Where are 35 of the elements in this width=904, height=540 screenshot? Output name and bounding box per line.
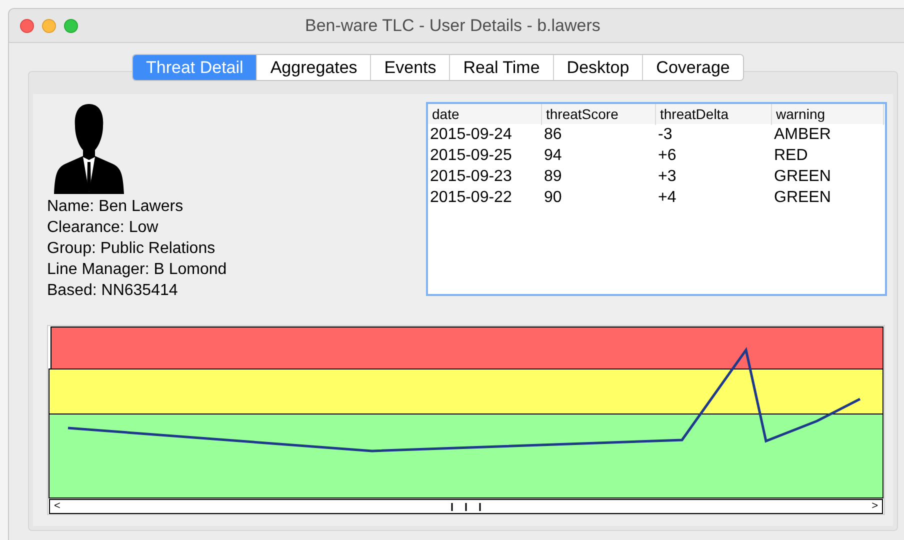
table-cell-text: 2015-09-22	[429, 188, 513, 208]
column-header[interactable]: threatDelta	[656, 104, 772, 124]
table-cell-text: 94	[543, 146, 563, 166]
table-cell-text: GREEN	[773, 188, 832, 208]
scroll-right-arrow[interactable]: >	[872, 501, 878, 512]
window-title: Ben-ware TLC - User Details - b.lawers	[305, 14, 600, 37]
table-cell-text: GREEN	[773, 166, 832, 186]
column-header[interactable]: date	[428, 104, 542, 124]
user-detail-text: Clearance: Low	[47, 218, 160, 238]
table-cell-text: 2015-09-23	[429, 166, 513, 186]
table-cell-text: 2015-09-25	[429, 146, 513, 166]
scroll-left-arrow[interactable]: <	[54, 501, 60, 512]
person-silhouette-icon	[51, 102, 127, 196]
tab[interactable]: Coverage	[642, 55, 743, 80]
column-header[interactable]: threatScore	[542, 104, 656, 124]
table-cell-text: 2015-09-24	[429, 124, 513, 144]
horizontal-scrollbar[interactable]: < >	[49, 499, 883, 514]
user-detail-text: Line Manager: B Lomond	[47, 260, 228, 280]
user-detail-text: Group: Public Relations	[47, 239, 216, 259]
table-cell-text: +6	[657, 146, 678, 166]
user-detail-text: Name: Ben Lawers	[47, 197, 184, 217]
table-cell-text: 86	[543, 124, 563, 144]
table-cell-text: RED	[773, 146, 809, 166]
maximize-button[interactable]	[64, 18, 78, 32]
table-cell-text: +4	[657, 188, 678, 208]
minimize-button[interactable]	[42, 18, 56, 32]
close-button[interactable]	[20, 18, 34, 32]
user-detail-text: Based: NN635414	[47, 281, 179, 301]
column-header[interactable]: warning	[772, 104, 884, 124]
table-cell-text: 90	[543, 188, 563, 208]
grip-icon	[450, 502, 482, 510]
table-cell-text: AMBER	[773, 124, 832, 144]
table-cell-text: 89	[543, 166, 563, 186]
table-cell-text: +3	[657, 166, 678, 186]
table-cell-text: -3	[657, 124, 674, 144]
